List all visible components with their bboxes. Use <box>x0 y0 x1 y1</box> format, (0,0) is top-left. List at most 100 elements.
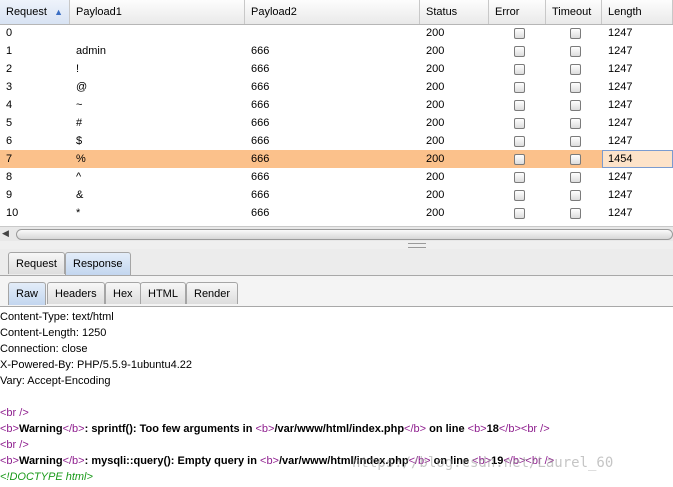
tab-html[interactable]: HTML <box>140 282 186 304</box>
column-header-status[interactable]: Status <box>420 0 489 24</box>
cell-request: 6 <box>6 135 13 147</box>
table-row[interactable]: 9 & 666 200 1247 <box>0 186 673 204</box>
tab-raw[interactable]: Raw <box>8 282 47 305</box>
timeout-checkbox[interactable] <box>570 64 581 75</box>
br-tag-line: <br /> <box>0 407 29 419</box>
splitter-grip-icon[interactable] <box>408 243 426 248</box>
error-checkbox[interactable] <box>514 190 525 201</box>
cell-length: 1247 <box>608 171 633 183</box>
error-checkbox[interactable] <box>514 118 525 129</box>
cell-request: 4 <box>6 99 13 111</box>
column-header-error[interactable]: Error <box>489 0 546 24</box>
sort-ascending-icon: ▲ <box>54 7 63 17</box>
cell-length: 1247 <box>608 27 633 39</box>
cell-payload1: * <box>76 207 81 219</box>
table-row[interactable]: 4 ~666 200 1247 <box>0 96 673 114</box>
response-header-line: Vary: Accept-Encoding <box>0 375 111 387</box>
b-open-tag: <b> <box>0 423 19 435</box>
warning-line-1: <b>Warning</b>: sprintf(): Too few argum… <box>0 421 550 437</box>
error-checkbox[interactable] <box>514 172 525 183</box>
timeout-checkbox[interactable] <box>570 100 581 111</box>
cell-length: 1247 <box>608 207 633 219</box>
cell-payload2: 666 <box>251 99 270 111</box>
scrollbar-thumb[interactable] <box>16 229 673 240</box>
cell-status: 200 <box>426 135 445 147</box>
b-open-tag: <b> <box>260 455 279 467</box>
horizontal-scrollbar[interactable]: ◀ <box>0 226 673 241</box>
error-checkbox[interactable] <box>514 64 525 75</box>
table-row[interactable]: 2! 666 200 1247 <box>0 60 673 78</box>
cell-request: 10 <box>6 207 19 219</box>
tab-request[interactable]: Request <box>8 252 65 274</box>
warning-label: Warning <box>18 455 63 467</box>
warning-message: : sprintf(): Too few arguments in <box>84 423 256 435</box>
error-checkbox[interactable] <box>514 46 525 57</box>
cell-payload2: 666 <box>251 153 270 165</box>
cell-payload2: 666 <box>251 45 270 57</box>
error-checkbox[interactable] <box>514 154 525 165</box>
error-checkbox[interactable] <box>514 208 525 219</box>
raw-response-viewer[interactable]: Content-Type: text/html Content-Length: … <box>0 307 673 487</box>
cell-payload2: 666 <box>251 135 270 147</box>
cell-request: 9 <box>6 189 13 201</box>
on-line-text: on line <box>426 423 468 435</box>
response-header-line: X-Powered-By: PHP/5.5.9-1ubuntu4.22 <box>0 359 193 371</box>
br-tag-line: <br /> <box>0 439 29 451</box>
cell-payload2: 666 <box>251 171 270 183</box>
cell-status: 200 <box>426 63 445 75</box>
cell-request: 5 <box>6 117 13 129</box>
cell-payload1: # <box>76 117 83 129</box>
error-checkbox[interactable] <box>514 28 525 39</box>
pane-splitter[interactable] <box>0 241 673 249</box>
cell-request: 1 <box>6 45 13 57</box>
timeout-checkbox[interactable] <box>570 172 581 183</box>
timeout-checkbox[interactable] <box>570 28 581 39</box>
table-row[interactable]: 10 * 666 200 1247 <box>0 204 673 222</box>
timeout-checkbox[interactable] <box>570 118 581 129</box>
table-row[interactable]: 3 @666 200 1247 <box>0 78 673 96</box>
scroll-left-icon[interactable]: ◀ <box>2 228 9 239</box>
cell-length: 1247 <box>608 81 633 93</box>
tab-hex[interactable]: Hex <box>105 282 141 304</box>
timeout-checkbox[interactable] <box>570 46 581 57</box>
warning-message: : mysqli::query(): Empty query in <box>84 455 261 467</box>
tab-response[interactable]: Response <box>65 252 131 275</box>
cell-status: 200 <box>426 45 445 57</box>
cell-length: 1247 <box>608 135 633 147</box>
cell-status: 200 <box>426 153 445 165</box>
tab-render[interactable]: Render <box>186 282 239 304</box>
error-checkbox[interactable] <box>514 82 525 93</box>
column-header-timeout[interactable]: Timeout <box>546 0 602 24</box>
timeout-checkbox[interactable] <box>570 154 581 165</box>
timeout-checkbox[interactable] <box>570 136 581 147</box>
column-header-request[interactable]: Request ▲ <box>0 0 70 24</box>
table-row[interactable]: 6 $666 200 1247 <box>0 132 673 150</box>
table-row[interactable]: 5 #666 200 1247 <box>0 114 673 132</box>
intruder-results-table: Request ▲ Payload1 Payload2 Status Error… <box>0 0 673 225</box>
b-open-tag: <b> <box>467 423 487 435</box>
table-row[interactable]: 0 200 1247 <box>0 24 673 42</box>
cell-payload2: 666 <box>251 81 270 93</box>
response-header-line: Connection: close <box>0 343 88 355</box>
column-header-payload2[interactable]: Payload2 <box>245 0 420 24</box>
column-header-payload1[interactable]: Payload1 <box>70 0 245 24</box>
timeout-checkbox[interactable] <box>570 208 581 219</box>
cell-payload1: & <box>76 189 84 201</box>
error-checkbox[interactable] <box>514 100 525 111</box>
file-path: /var/www/html/index.php <box>274 423 405 435</box>
cell-payload2: 666 <box>251 207 270 219</box>
b-close-tag: </b> <box>498 423 521 435</box>
timeout-checkbox[interactable] <box>570 190 581 201</box>
table-row[interactable]: 7% 666 200 1454 <box>0 150 673 168</box>
tab-headers[interactable]: Headers <box>47 282 105 304</box>
watermark: https://blog.csdn.net/Laurel_60 <box>352 455 614 471</box>
cell-payload1: @ <box>76 81 88 93</box>
error-checkbox[interactable] <box>514 136 525 147</box>
cell-length: 1247 <box>608 117 633 129</box>
br-close-tag: /> <box>537 423 550 435</box>
b-close-tag: </b> <box>62 423 85 435</box>
table-row[interactable]: 8 ^ 666 200 1247 <box>0 168 673 186</box>
column-header-length[interactable]: Length <box>602 0 673 24</box>
table-row[interactable]: 1 admin 666 200 1247 <box>0 42 673 60</box>
timeout-checkbox[interactable] <box>570 82 581 93</box>
